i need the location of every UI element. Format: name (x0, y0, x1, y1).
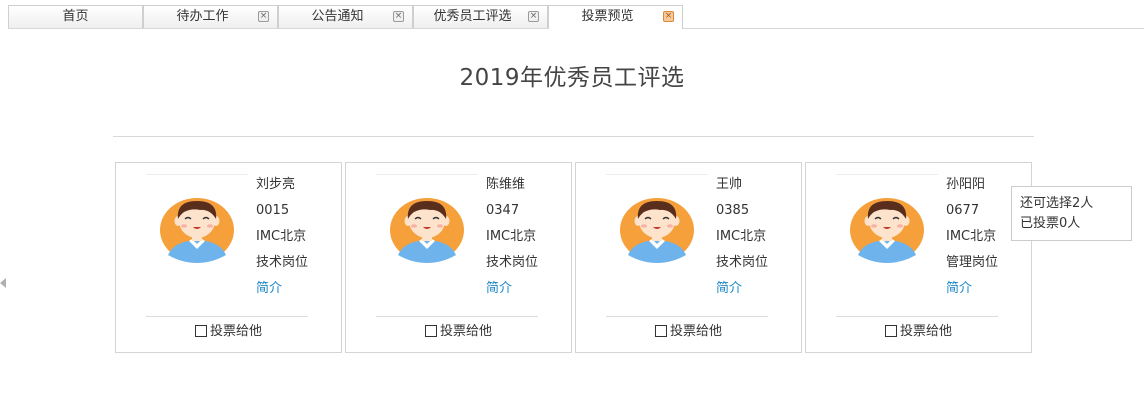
tab-label: 首页 (62, 9, 89, 24)
close-icon[interactable]: × (258, 11, 269, 22)
intro-link[interactable]: 简介 (716, 279, 768, 305)
candidate-location: IMC北京 (486, 229, 537, 244)
checkbox-icon[interactable] (425, 325, 437, 337)
candidate-info: 王帅 0385 IMC北京 技术岗位 简介 (716, 175, 768, 305)
candidate-name: 孙阳阳 (946, 177, 986, 192)
remaining-count: 还可选择2人 (1020, 196, 1094, 211)
tab-label: 投票预览 (581, 9, 634, 24)
candidate-location: IMC北京 (716, 229, 767, 244)
card-separator (376, 316, 538, 317)
candidate-info: 陈维维 0347 IMC北京 技术岗位 简介 (486, 175, 538, 305)
avatar-icon (390, 197, 464, 267)
title-divider (113, 136, 1034, 137)
voted-count: 已投票0人 (1020, 216, 1081, 231)
candidate-card: 刘步亮 0015 IMC北京 技术岗位 简介 投票给他 (115, 162, 342, 353)
card-separator (146, 316, 308, 317)
vote-label: 投票给他 (440, 324, 493, 339)
tab-bar: 首页 待办工作 × 公告通知 × 优秀员工评选 × 投票预览 × (0, 0, 1144, 29)
candidate-card: 孙阳阳 0677 IMC北京 管理岗位 简介 投票给他 (805, 162, 1032, 353)
candidate-position: 技术岗位 (716, 255, 769, 270)
vote-checkbox[interactable]: 投票给他 (425, 323, 492, 341)
candidate-info: 孙阳阳 0677 IMC北京 管理岗位 简介 (946, 175, 998, 305)
avatar-icon (620, 197, 694, 267)
checkbox-icon[interactable] (885, 325, 897, 337)
tab-label: 公告通知 (311, 9, 364, 24)
tab-employee-selection[interactable]: 优秀员工评选 × (413, 5, 548, 28)
avatar-line (606, 174, 708, 175)
tab-label: 优秀员工评选 (433, 9, 512, 24)
checkbox-icon[interactable] (195, 325, 207, 337)
candidate-name: 陈维维 (486, 177, 526, 192)
avatar-line (836, 174, 938, 175)
candidate-card: 王帅 0385 IMC北京 技术岗位 简介 投票给他 (575, 162, 802, 353)
card-separator (836, 316, 998, 317)
candidate-id: 0385 (716, 203, 750, 218)
vote-checkbox[interactable]: 投票给他 (885, 323, 952, 341)
candidate-id: 0677 (946, 203, 980, 218)
vote-checkbox[interactable]: 投票给他 (195, 323, 262, 341)
candidate-info: 刘步亮 0015 IMC北京 技术岗位 简介 (256, 175, 308, 305)
vote-label: 投票给他 (210, 324, 263, 339)
avatar-line (146, 174, 248, 175)
card-separator (606, 316, 768, 317)
vote-label: 投票给他 (670, 324, 723, 339)
candidate-card: 陈维维 0347 IMC北京 技术岗位 简介 投票给他 (345, 162, 572, 353)
intro-link[interactable]: 简介 (946, 279, 998, 305)
vote-checkbox[interactable]: 投票给他 (655, 323, 722, 341)
candidate-location: IMC北京 (256, 229, 307, 244)
tab-announcements[interactable]: 公告通知 × (278, 5, 413, 28)
vote-status-box: 还可选择2人 已投票0人 (1011, 186, 1132, 241)
checkbox-icon[interactable] (655, 325, 667, 337)
intro-link[interactable]: 简介 (256, 279, 308, 305)
tab-todo[interactable]: 待办工作 × (143, 5, 278, 28)
vote-label: 投票给他 (900, 324, 953, 339)
collapse-arrow-icon[interactable] (0, 278, 6, 288)
close-icon[interactable]: × (663, 11, 674, 22)
close-icon[interactable]: × (528, 11, 539, 22)
candidate-id: 0347 (486, 203, 520, 218)
candidate-name: 王帅 (716, 177, 743, 192)
candidate-position: 技术岗位 (256, 255, 309, 270)
candidate-name: 刘步亮 (256, 177, 296, 192)
tab-label: 待办工作 (176, 9, 229, 24)
tab-home[interactable]: 首页 (8, 5, 143, 28)
candidate-position: 管理岗位 (946, 255, 999, 270)
avatar-line (376, 174, 478, 175)
candidate-location: IMC北京 (946, 229, 997, 244)
page-title: 2019年优秀员工评选 (459, 65, 685, 91)
candidate-id: 0015 (256, 203, 290, 218)
candidate-position: 技术岗位 (486, 255, 539, 270)
avatar-icon (850, 197, 924, 267)
tab-vote-preview[interactable]: 投票预览 × (548, 5, 683, 29)
close-icon[interactable]: × (393, 11, 404, 22)
avatar-icon (160, 197, 234, 267)
intro-link[interactable]: 简介 (486, 279, 538, 305)
